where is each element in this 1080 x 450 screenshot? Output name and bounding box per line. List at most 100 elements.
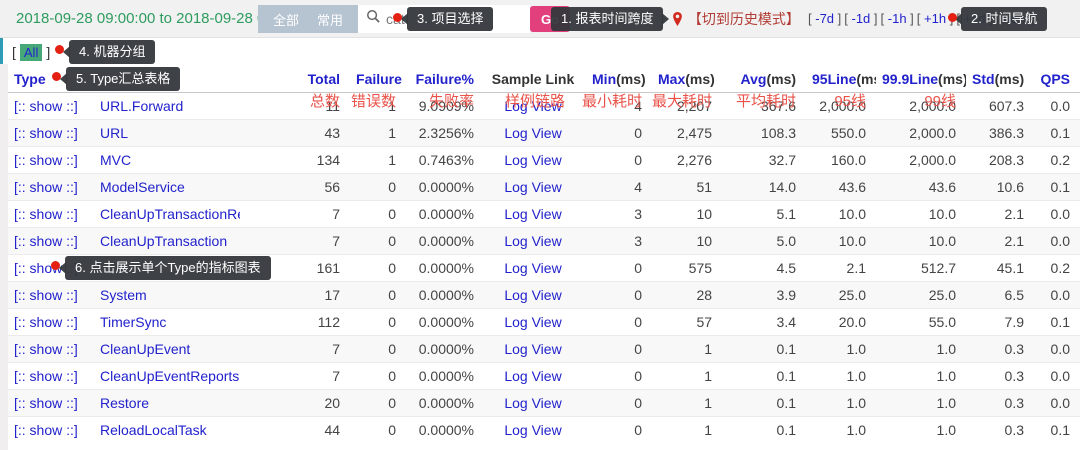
column-header-95line[interactable]: 95Line(ms) xyxy=(806,66,876,92)
time-nav-link[interactable]: [ -1d ] xyxy=(844,11,877,26)
log-view-link[interactable]: Log View xyxy=(504,98,561,114)
cell-std: 7.9 xyxy=(966,308,1034,335)
tooltip-show-type-chart: 6. 点击展示单个Type的指标图表 xyxy=(65,256,271,280)
cell-failure_pct: 0.0000% xyxy=(406,335,484,362)
cell-p999: 25.0 xyxy=(876,281,966,308)
cell-avg: 4.5 xyxy=(722,254,806,281)
cell-std: 208.3 xyxy=(966,146,1034,173)
cell-qps: 0.0 xyxy=(1034,281,1080,308)
cell-max: 51 xyxy=(652,173,722,200)
column-header-max[interactable]: Max(ms) xyxy=(652,66,722,92)
cell-min: 3 xyxy=(586,227,652,254)
cell-min: 0 xyxy=(586,281,652,308)
cell-qps: 0.0 xyxy=(1034,200,1080,227)
type-name-link[interactable]: URL.Forward xyxy=(100,98,183,114)
cell-total: 17 xyxy=(240,281,350,308)
type-show-link[interactable]: [:: show ::] xyxy=(14,314,78,330)
tooltip-time-navigation: 2. 时间导航 xyxy=(961,7,1047,31)
cell-failure: 1 xyxy=(350,119,406,146)
cell-std: 6.5 xyxy=(966,281,1034,308)
type-show-link[interactable]: [:: show ::] xyxy=(14,179,78,195)
cell-p999: 2,000.0 xyxy=(876,146,966,173)
time-nav-link[interactable]: [ -7d ] xyxy=(808,11,841,26)
type-name-link[interactable]: CleanUpEvent xyxy=(100,341,190,357)
column-header-qps[interactable]: QPS xyxy=(1034,66,1080,92)
red-dot-marker xyxy=(52,72,61,81)
type-show-link[interactable]: [:: show ::] xyxy=(14,206,78,222)
log-view-link[interactable]: Log View xyxy=(504,368,561,384)
log-view-link[interactable]: Log View xyxy=(504,287,561,303)
cell-qps: 0.1 xyxy=(1034,173,1080,200)
table-row: [:: show ::]CleanUpEventReports700.0000%… xyxy=(8,362,1080,389)
column-header-std[interactable]: Std(ms) xyxy=(966,66,1034,92)
cell-avg: 32.7 xyxy=(722,146,806,173)
log-view-link[interactable]: Log View xyxy=(504,125,561,141)
cell-std: 10.6 xyxy=(966,173,1034,200)
type-show-link[interactable]: [:: show ::] xyxy=(14,422,78,438)
cell-failure: 0 xyxy=(350,416,406,443)
cell-p95: 1.0 xyxy=(806,416,876,443)
type-name-link[interactable]: CleanUpTransactionReports xyxy=(100,206,240,222)
filter-all-button[interactable]: 全部 xyxy=(264,10,308,29)
type-show-link[interactable]: [:: show ::] xyxy=(14,341,78,357)
type-name-link[interactable]: TimerSync xyxy=(100,314,166,330)
column-header-failure-[interactable]: Failure% xyxy=(406,66,484,92)
type-name-link[interactable]: ReloadLocalTask xyxy=(100,422,207,438)
cell-p95: 160.0 xyxy=(806,146,876,173)
filter-common-button[interactable]: 常用 xyxy=(308,10,352,29)
cell-max: 28 xyxy=(652,281,722,308)
type-name-link[interactable]: MVC xyxy=(100,152,131,168)
cell-qps: 0.0 xyxy=(1034,227,1080,254)
table-row: [:: show ::]MVC13410.7463%Log View02,276… xyxy=(8,146,1080,173)
tooltip-project-select: 3. 项目选择 xyxy=(407,7,493,31)
type-show-link[interactable]: [:: show ::] xyxy=(14,233,78,249)
cell-p999: 43.6 xyxy=(876,173,966,200)
type-name-link[interactable]: Restore xyxy=(100,395,149,411)
history-mode-link[interactable]: 【切到历史模式】 xyxy=(672,0,800,38)
machine-group-all[interactable]: All xyxy=(20,44,42,61)
cell-qps: 0.0 xyxy=(1034,389,1080,416)
type-name-link[interactable]: System xyxy=(100,287,147,303)
type-show-link[interactable]: [:: show ::] xyxy=(14,287,78,303)
column-header-total[interactable]: Total xyxy=(240,66,350,92)
cell-max: 1 xyxy=(652,335,722,362)
cell-failure: 0 xyxy=(350,254,406,281)
machine-group-bar: [All] xyxy=(8,38,1080,66)
cell-max: 10 xyxy=(652,227,722,254)
log-view-link[interactable]: Log View xyxy=(504,179,561,195)
log-view-link[interactable]: Log View xyxy=(504,206,561,222)
tooltip-type-table: 5. Type汇总表格 xyxy=(66,67,180,91)
cell-std: 386.3 xyxy=(966,119,1034,146)
log-view-link[interactable]: Log View xyxy=(504,233,561,249)
log-view-link[interactable]: Log View xyxy=(504,422,561,438)
type-name-link[interactable]: ModelService xyxy=(100,179,185,195)
cell-p95: 2.1 xyxy=(806,254,876,281)
cell-std: 0.3 xyxy=(966,416,1034,443)
left-accent-bar xyxy=(0,38,3,64)
log-view-link[interactable]: Log View xyxy=(504,152,561,168)
cell-std: 2.1 xyxy=(966,227,1034,254)
log-view-link[interactable]: Log View xyxy=(504,341,561,357)
type-name-link[interactable]: URL xyxy=(100,125,128,141)
column-header-min[interactable]: Min(ms) xyxy=(586,66,652,92)
type-name-link[interactable]: CleanUpTransaction xyxy=(100,233,227,249)
log-view-link[interactable]: Log View xyxy=(504,314,561,330)
type-name-link[interactable]: CleanUpEventReports xyxy=(100,368,239,384)
log-view-link[interactable]: Log View xyxy=(504,395,561,411)
cell-failure: 0 xyxy=(350,200,406,227)
type-show-link[interactable]: [:: show ::] xyxy=(14,395,78,411)
cell-failure_pct: 0.0000% xyxy=(406,227,484,254)
column-header-avg[interactable]: Avg(ms) xyxy=(722,66,806,92)
type-show-link[interactable]: [:: show ::] xyxy=(14,368,78,384)
type-show-link[interactable]: [:: show ::] xyxy=(14,98,78,114)
type-show-link[interactable]: [:: show ::] xyxy=(14,152,78,168)
cell-p95: 25.0 xyxy=(806,281,876,308)
cell-avg: 14.0 xyxy=(722,173,806,200)
column-header-failure[interactable]: Failure xyxy=(350,66,406,92)
time-nav-link[interactable]: [ -1h ] xyxy=(881,11,914,26)
column-header-99.9line[interactable]: 99.9Line(ms) xyxy=(876,66,966,92)
cell-max: 575 xyxy=(652,254,722,281)
cell-std: 0.3 xyxy=(966,335,1034,362)
type-show-link[interactable]: [:: show ::] xyxy=(14,125,78,141)
log-view-link[interactable]: Log View xyxy=(504,260,561,276)
